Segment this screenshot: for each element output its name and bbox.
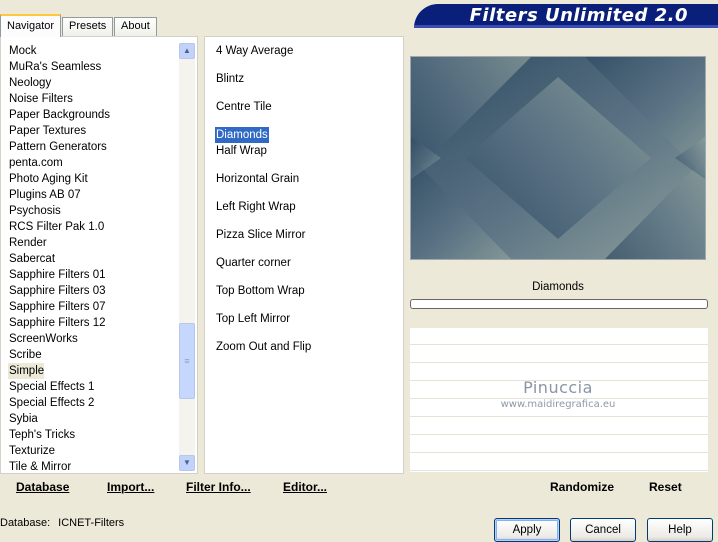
category-item[interactable]: Photo Aging Kit (8, 171, 111, 187)
filter-item[interactable]: Top Bottom Wrap (215, 283, 306, 299)
filter-name-label: Diamonds (532, 281, 584, 293)
parameter-row (410, 454, 708, 471)
category-item[interactable]: Mock (8, 43, 111, 59)
category-item[interactable]: Sabercat (8, 251, 111, 267)
category-item[interactable]: Teph's Tricks (8, 427, 111, 443)
database-value: ICNET-Filters (58, 517, 125, 529)
filter-item[interactable]: Zoom Out and Flip (215, 339, 312, 355)
category-item[interactable]: Sybia (8, 411, 111, 427)
category-item[interactable]: MuRa's Seamless (8, 59, 111, 75)
progress-bar (410, 299, 708, 309)
tab-navigator[interactable]: Navigator (0, 14, 62, 37)
filter-list: 4 Way Average Blintz Centre Tile Diamonds Ha… (215, 43, 312, 367)
watermark-url: www.maidiregrafica.eu (500, 399, 616, 410)
filter-item[interactable]: Diamonds (215, 127, 269, 143)
scroll-down-button[interactable]: ▼ (179, 455, 195, 471)
category-item[interactable]: Sapphire Filters 07 (8, 299, 111, 315)
preview-panel: Diamonds Pinuccia www.maidiregrafica.eu (408, 36, 718, 474)
category-item[interactable]: Scribe (8, 347, 111, 363)
bottom-toolbar: Database Import... Filter Info... Editor… (0, 476, 718, 500)
filter-item[interactable]: 4 Way Average (215, 43, 294, 59)
title-banner: Filters Unlimited 2.0 (414, 4, 718, 28)
category-item[interactable]: penta.com (8, 155, 111, 171)
import-button[interactable]: Import... (107, 480, 154, 494)
category-item[interactable]: Paper Backgrounds (8, 107, 111, 123)
category-item[interactable]: Tile & Mirror (8, 459, 111, 475)
preview-image (410, 56, 706, 260)
category-item[interactable]: Sapphire Filters 12 (8, 315, 111, 331)
scrollbar-thumb[interactable]: ≡ (179, 323, 195, 399)
filter-item[interactable]: Top Left Mirror (215, 311, 291, 327)
filter-item[interactable]: Horizontal Grain (215, 171, 300, 187)
filter-info-button[interactable]: Filter Info... (186, 480, 251, 494)
parameter-row (410, 346, 708, 363)
category-item[interactable]: Special Effects 1 (8, 379, 111, 395)
category-item[interactable]: Texturize (8, 443, 111, 459)
filter-item[interactable]: Quarter corner (215, 255, 292, 271)
parameter-row (410, 418, 708, 435)
category-item[interactable]: Paper Textures (8, 123, 111, 139)
reset-button[interactable]: Reset (649, 480, 682, 494)
parameter-row (410, 328, 708, 345)
editor-button[interactable]: Editor... (283, 480, 327, 494)
category-item[interactable]: Noise Filters (8, 91, 111, 107)
database-label: Database: (0, 517, 51, 529)
parameter-area: Pinuccia www.maidiregrafica.eu (410, 328, 708, 472)
apply-button[interactable]: Apply (494, 518, 560, 542)
parameter-row (410, 436, 708, 453)
category-item[interactable]: RCS Filter Pak 1.0 (8, 219, 111, 235)
category-item[interactable]: Neology (8, 75, 111, 91)
database-button[interactable]: Database (16, 480, 69, 494)
status-database: Database: ICNET-Filters (0, 517, 124, 529)
filter-item[interactable]: Half Wrap (215, 143, 268, 159)
filter-item[interactable]: Pizza Slice Mirror (215, 227, 306, 243)
category-item[interactable]: Sapphire Filters 01 (8, 267, 111, 283)
tab-presets[interactable]: Presets (62, 17, 114, 36)
category-item[interactable]: Sapphire Filters 03 (8, 283, 111, 299)
app-title: Filters Unlimited 2.0 (469, 5, 688, 26)
filter-list-panel: 4 Way Average Blintz Centre Tile Diamonds Ha… (204, 36, 404, 474)
randomize-button[interactable]: Randomize (550, 480, 614, 494)
category-item[interactable]: Render (8, 235, 111, 251)
category-item[interactable]: Psychosis (8, 203, 111, 219)
category-list-panel: Mock MuRa's Seamless Neology Noise Filters P… (0, 36, 198, 474)
filter-item[interactable]: Left Right Wrap (215, 199, 297, 215)
category-item[interactable]: Pattern Generators (8, 139, 111, 155)
help-button[interactable]: Help (647, 518, 713, 542)
scroll-up-button[interactable]: ▲ (179, 43, 195, 59)
category-item[interactable]: Special Effects 2 (8, 395, 111, 411)
tab-about[interactable]: About (114, 17, 157, 36)
watermark-name: Pinuccia (523, 378, 593, 397)
category-list: Mock MuRa's Seamless Neology Noise Filters P… (8, 43, 111, 475)
category-item[interactable]: Plugins AB 07 (8, 187, 111, 203)
category-item[interactable]: Simple (8, 363, 44, 379)
watermark: Pinuccia www.maidiregrafica.eu (488, 378, 628, 410)
filter-item[interactable]: Blintz (215, 71, 245, 87)
cancel-button[interactable]: Cancel (570, 518, 636, 542)
category-item[interactable]: ScreenWorks (8, 331, 111, 347)
filter-item[interactable]: Centre Tile (215, 99, 273, 115)
category-scrollbar[interactable]: ▲ ≡ ▼ (179, 43, 195, 471)
